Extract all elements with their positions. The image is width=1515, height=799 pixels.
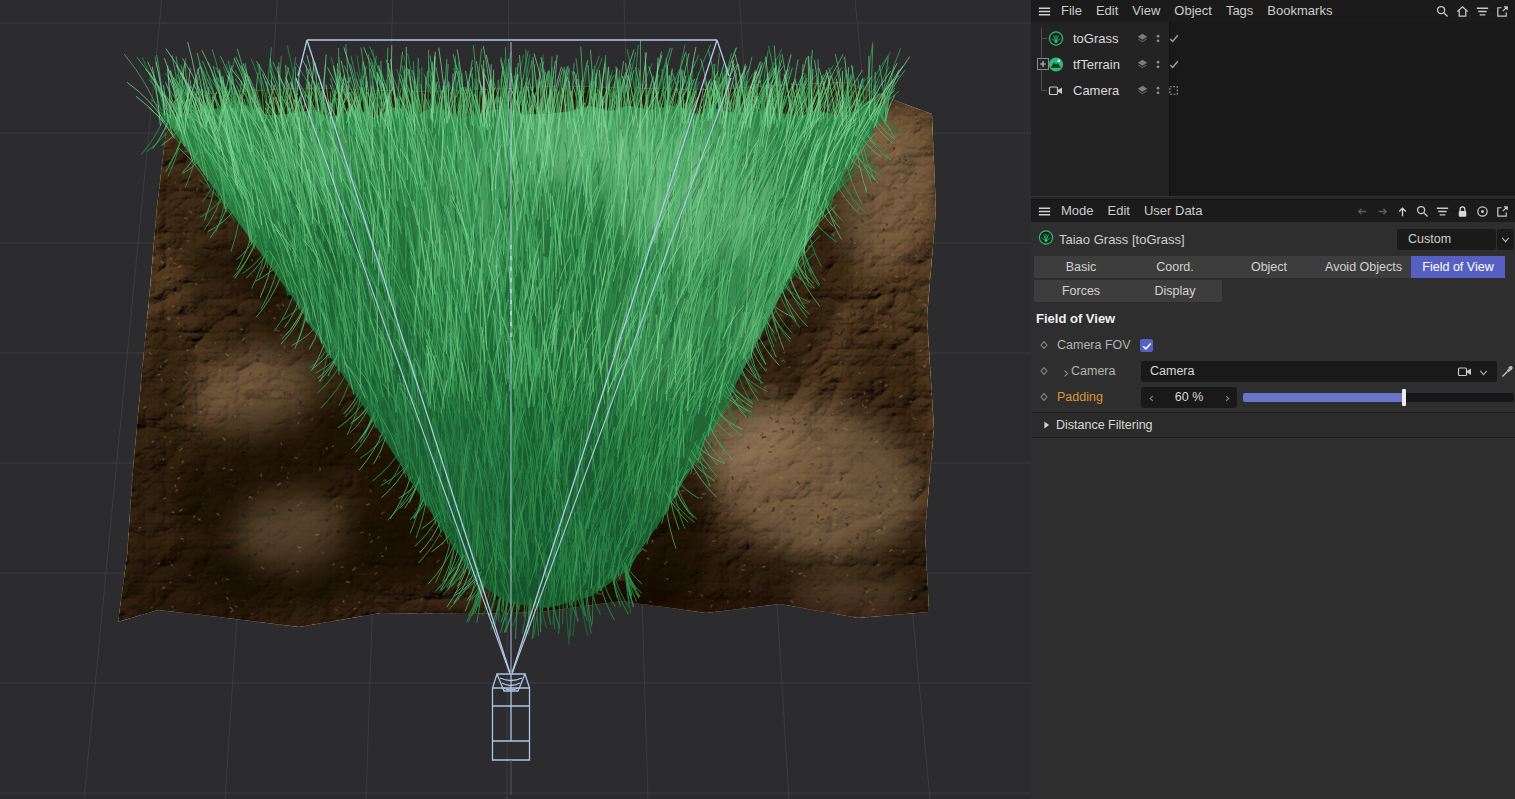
menu-tags[interactable]: Tags xyxy=(1219,0,1260,22)
camera-fov-checkbox[interactable] xyxy=(1140,339,1153,352)
viewport-3d[interactable] xyxy=(0,0,1031,799)
field-label-camera: Camera xyxy=(1071,364,1115,378)
layers-icon[interactable] xyxy=(1134,82,1150,98)
attribute-manager-menus: ModeEditUser Data xyxy=(1054,200,1209,222)
slider-handle[interactable] xyxy=(1402,389,1406,406)
menu-file[interactable]: File xyxy=(1054,0,1089,22)
eyedropper-icon[interactable] xyxy=(1499,363,1515,379)
camera-gizmo[interactable] xyxy=(493,674,530,795)
preset-chevron-icon[interactable] xyxy=(1497,229,1514,250)
dashedbox-icon[interactable] xyxy=(1166,82,1182,98)
tab-coord-[interactable]: Coord. xyxy=(1128,256,1222,278)
object-manager-list[interactable]: toGrass tfTerrain Camera xyxy=(1031,22,1515,196)
check-icon[interactable] xyxy=(1166,56,1182,72)
section-distance-filtering[interactable]: Distance Filtering xyxy=(1032,412,1515,438)
object-tags xyxy=(1134,82,1182,98)
grass-object-icon xyxy=(1048,30,1064,46)
tab-basic[interactable]: Basic xyxy=(1034,256,1128,278)
attribute-manager-menubar: ModeEditUser Data xyxy=(1031,200,1515,222)
layers-icon[interactable] xyxy=(1134,56,1150,72)
grass-object-icon xyxy=(1038,229,1054,245)
dots-icon[interactable] xyxy=(1150,30,1166,46)
filter-icon[interactable] xyxy=(1434,203,1450,219)
field-row-camera-fov: Camera FOV xyxy=(1031,335,1515,357)
terrain-object-icon xyxy=(1048,56,1064,72)
padding-stepper[interactable]: 60 % xyxy=(1141,387,1237,408)
triangle-right-icon xyxy=(1040,417,1052,433)
menu-icon[interactable] xyxy=(1036,203,1052,219)
right-panel: FileEditViewObjectTagsBookmarks toGrasst… xyxy=(1031,0,1515,799)
object-label: toGrass xyxy=(1073,31,1119,46)
search-icon[interactable] xyxy=(1434,3,1450,19)
check-icon[interactable] xyxy=(1166,30,1182,46)
field-label-padding: Padding xyxy=(1057,390,1103,404)
search-icon[interactable] xyxy=(1414,203,1430,219)
preset-dropdown[interactable]: Custom xyxy=(1397,229,1496,250)
menu-view[interactable]: View xyxy=(1125,0,1167,22)
keyframe-diamond-icon[interactable] xyxy=(1038,391,1050,403)
layers-icon[interactable] xyxy=(1134,30,1150,46)
object-manager-toolbar xyxy=(1432,3,1512,19)
object-manager-menus: FileEditViewObjectTagsBookmarks xyxy=(1054,0,1339,22)
attribute-manager-toolbar xyxy=(1352,203,1512,219)
target-icon[interactable] xyxy=(1474,203,1490,219)
camera-link-value: Camera xyxy=(1150,361,1194,382)
keyframe-diamond-icon[interactable] xyxy=(1038,339,1050,351)
object-row-camera[interactable]: Camera xyxy=(1031,78,1169,102)
field-label-camera-fov: Camera FOV xyxy=(1057,338,1131,352)
increment-arrow-icon[interactable] xyxy=(1219,390,1235,406)
up-icon[interactable] xyxy=(1394,203,1410,219)
application-window: FileEditViewObjectTagsBookmarks toGrasst… xyxy=(0,0,1515,799)
tab-avoid-objects[interactable]: Avoid Objects xyxy=(1316,256,1411,278)
menu-edit[interactable]: Edit xyxy=(1101,200,1137,222)
menu-object[interactable]: Object xyxy=(1167,0,1219,22)
object-label: tfTerrain xyxy=(1073,57,1120,72)
object-tags xyxy=(1134,30,1182,46)
tab-object[interactable]: Object xyxy=(1222,256,1316,278)
object-row-tfterrain[interactable]: tfTerrain xyxy=(1031,52,1169,76)
section-header: Field of View xyxy=(1036,311,1115,326)
field-row-padding: Padding 60 % xyxy=(1031,387,1515,409)
filter-icon[interactable] xyxy=(1474,3,1490,19)
keyframe-diamond-icon[interactable] xyxy=(1038,365,1050,377)
back-icon[interactable] xyxy=(1354,203,1370,219)
tab-forces[interactable]: Forces xyxy=(1034,280,1128,302)
tab-display[interactable]: Display xyxy=(1128,280,1222,302)
object-manager-menubar: FileEditViewObjectTagsBookmarks xyxy=(1031,0,1515,22)
popout-icon[interactable] xyxy=(1494,203,1510,219)
dots-icon[interactable] xyxy=(1150,56,1166,72)
dots-icon[interactable] xyxy=(1150,82,1166,98)
menu-edit[interactable]: Edit xyxy=(1089,0,1125,22)
camera-object-icon xyxy=(1048,82,1064,98)
menu-bookmarks[interactable]: Bookmarks xyxy=(1260,0,1339,22)
distance-filtering-label: Distance Filtering xyxy=(1056,418,1153,432)
object-title: Taiao Grass [toGrass] xyxy=(1059,232,1185,247)
object-tags xyxy=(1134,56,1182,72)
scene-canvas xyxy=(0,0,1031,799)
forward-icon[interactable] xyxy=(1374,203,1390,219)
home-icon[interactable] xyxy=(1454,3,1470,19)
object-label: Camera xyxy=(1073,83,1119,98)
attribute-panel: Taiao Grass [toGrass] Custom BasicCoord.… xyxy=(1031,222,1515,799)
camera-icon xyxy=(1457,363,1473,379)
camera-link-field[interactable]: Camera xyxy=(1141,361,1497,382)
tab-field-of-view[interactable]: Field of View xyxy=(1411,256,1505,278)
chevron-down-icon[interactable] xyxy=(1475,364,1491,380)
menu-icon[interactable] xyxy=(1036,3,1052,19)
padding-slider[interactable] xyxy=(1243,393,1514,402)
menu-mode[interactable]: Mode xyxy=(1054,200,1101,222)
popout-icon[interactable] xyxy=(1494,3,1510,19)
lock-icon[interactable] xyxy=(1454,203,1470,219)
field-row-camera: Camera Camera xyxy=(1031,361,1515,383)
slider-fill xyxy=(1243,393,1404,402)
preset-value: Custom xyxy=(1408,232,1451,246)
object-row-tograss[interactable]: toGrass xyxy=(1031,26,1169,50)
menu-user-data[interactable]: User Data xyxy=(1137,200,1210,222)
